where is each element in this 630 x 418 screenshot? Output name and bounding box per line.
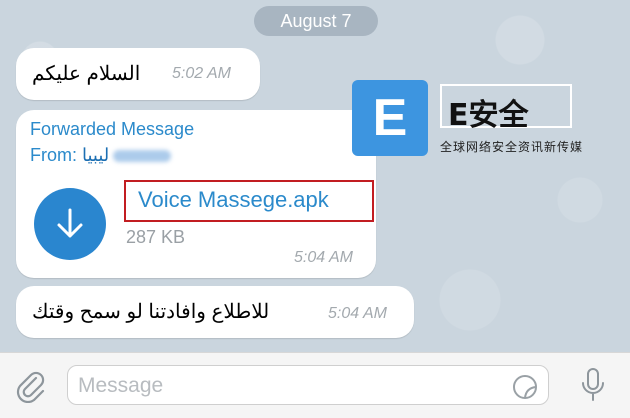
message-input[interactable]: Message (67, 365, 549, 405)
redacted-name (113, 150, 172, 163)
watermark-logo-letter: E (372, 89, 408, 147)
message-time: 5:04 AM (328, 305, 387, 322)
from-prefix: From: (30, 145, 77, 165)
date-separator: August 7 (254, 6, 378, 36)
forwarded-from[interactable]: From: ليبيا (30, 145, 172, 166)
microphone-icon (582, 368, 604, 401)
composer-bar: Message (0, 352, 630, 418)
paperclip-icon (16, 371, 45, 404)
microphone-button[interactable] (580, 367, 606, 408)
watermark-subtitle: 全球网络安全资讯新传媒 (440, 140, 584, 154)
download-icon (57, 208, 83, 238)
watermark-title: E安全 (448, 98, 529, 133)
forwarded-label: Forwarded Message (30, 119, 195, 139)
forwarded-message-bubble[interactable]: Forwarded Message From: ليبيا Voice Mass… (16, 110, 376, 278)
watermark-title-box: E安全 (440, 84, 572, 133)
download-button[interactable] (34, 188, 106, 260)
attach-button[interactable] (14, 369, 48, 408)
watermark: E E安全 全球网络安全资讯新传媒 (352, 80, 584, 166)
from-name: ليبيا (82, 145, 110, 165)
file-size: 287 KB (126, 227, 186, 247)
message-time: 5:02 AM (172, 65, 231, 82)
message-time: 5:04 AM (294, 249, 353, 266)
message-text: للاطلاع وافادتنا لو سمح وقتك (32, 301, 270, 323)
sticker-button[interactable] (512, 374, 538, 405)
watermark-logo: E (352, 80, 428, 156)
message-placeholder: Message (78, 374, 164, 397)
message-text: السلام عليكم (32, 63, 141, 85)
sticker-icon (513, 374, 538, 399)
file-name-highlight: Voice Massege.apk (124, 180, 374, 222)
message-bubble[interactable]: السلام عليكم 5:02 AM (16, 48, 260, 100)
file-name[interactable]: Voice Massege.apk (138, 187, 329, 213)
message-bubble[interactable]: للاطلاع وافادتنا لو سمح وقتك 5:04 AM (16, 286, 414, 338)
